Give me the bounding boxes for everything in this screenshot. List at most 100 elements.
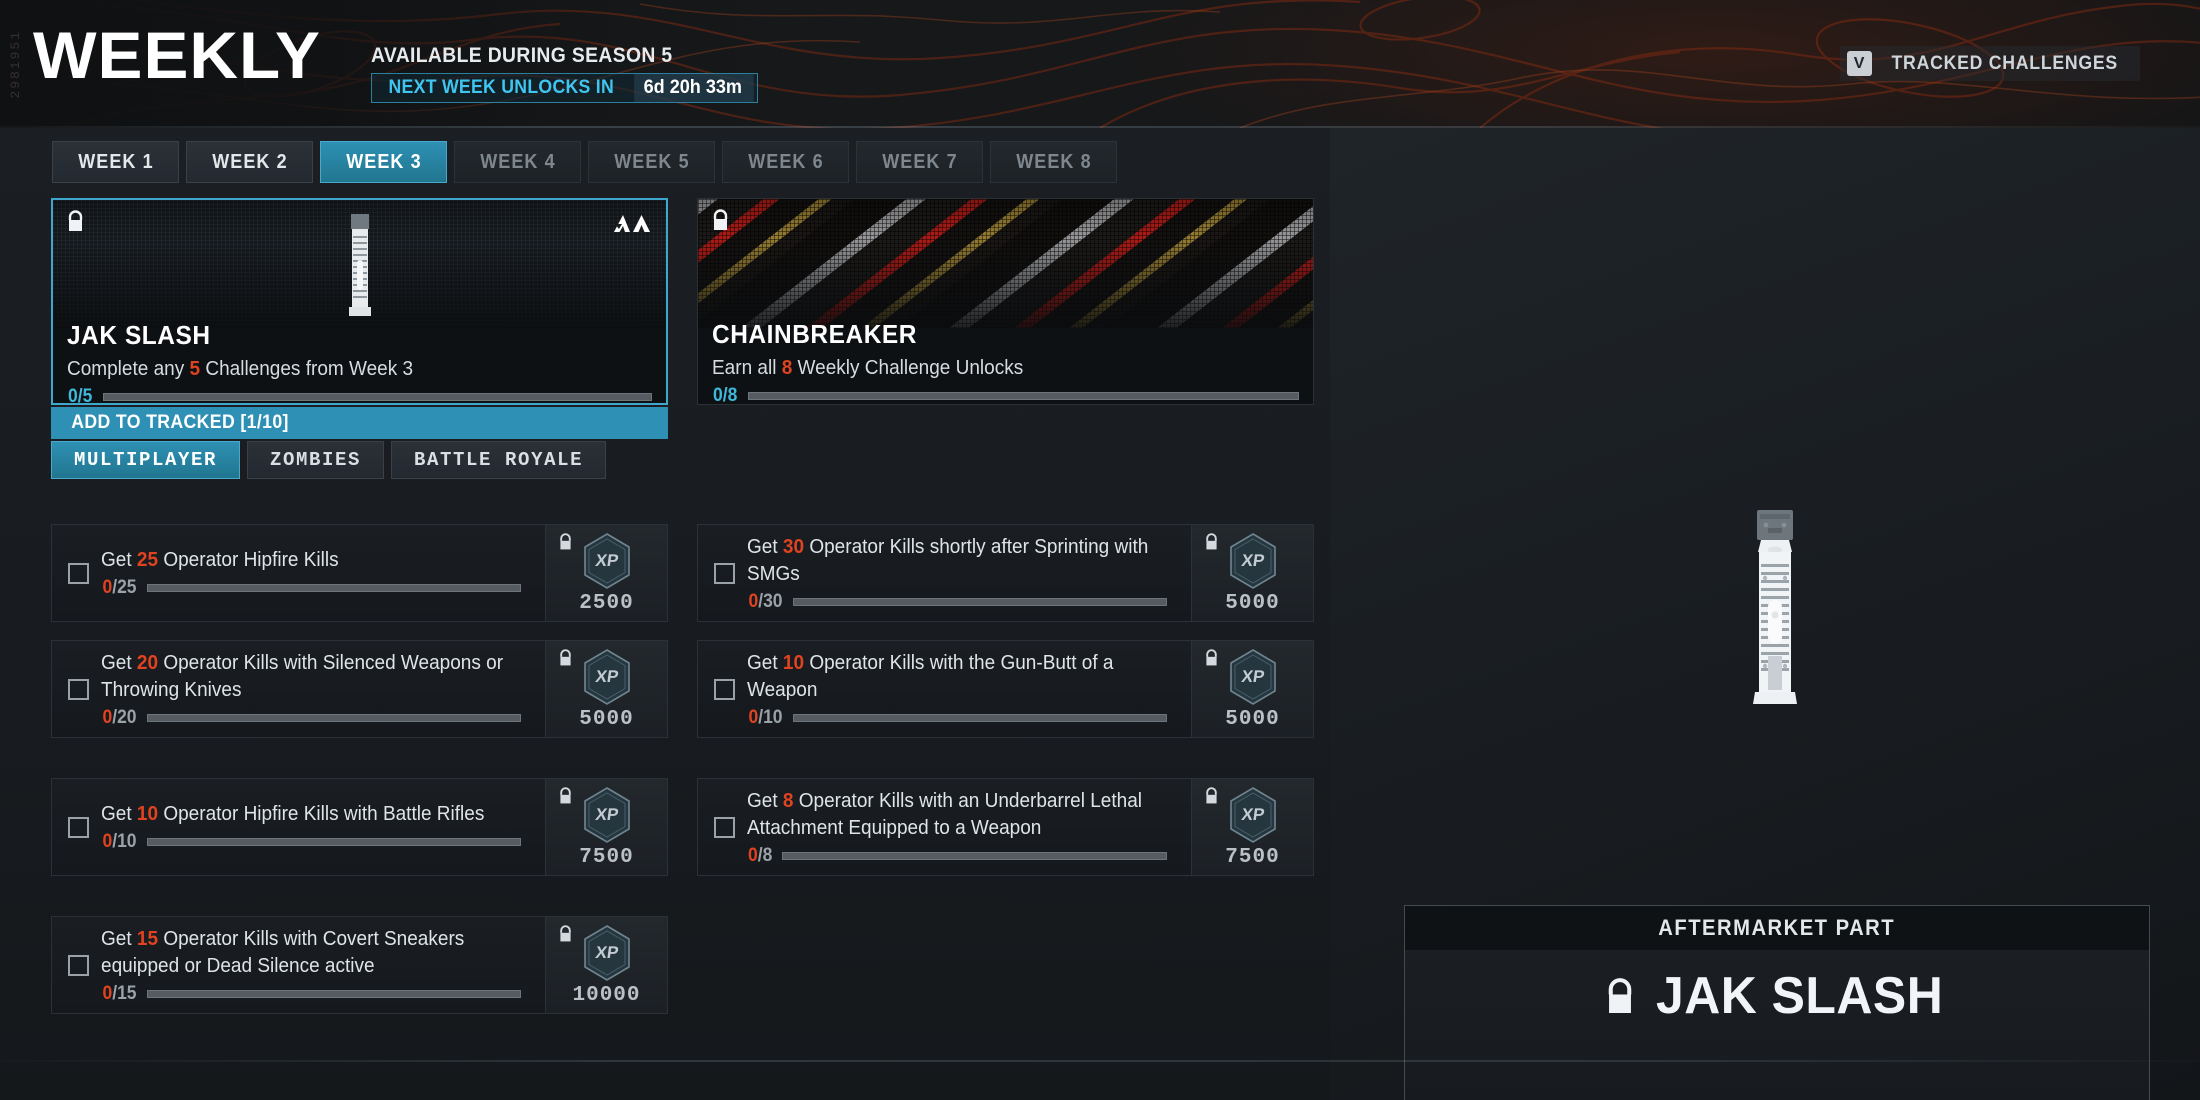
add-to-tracked-label: ADD TO TRACKED [1/10] bbox=[71, 412, 289, 433]
challenge-progress-text: 0/25 bbox=[102, 577, 136, 599]
week-tab-8[interactable]: WEEK 8 bbox=[990, 141, 1117, 183]
progress-current: 0 bbox=[102, 982, 113, 1004]
svg-text:XP: XP bbox=[594, 551, 619, 570]
progress-target: /10 bbox=[112, 831, 137, 852]
progress-target: /25 bbox=[112, 577, 137, 598]
challenge-description: Get 20 Operator Kills with Silenced Weap… bbox=[101, 650, 513, 704]
challenge-row[interactable]: Get 8 Operator Kills with an Underbarrel… bbox=[697, 778, 1314, 876]
desc-highlight: 10 bbox=[782, 651, 805, 674]
unlock-timer-value: 6d 20h 33m bbox=[634, 74, 754, 102]
challenge-text: Get 15 Operator Kills with Covert Sneake… bbox=[101, 926, 545, 1005]
progress-current: 0 bbox=[102, 577, 113, 598]
tracked-challenges-button[interactable]: V TRACKED CHALLENGES bbox=[1839, 46, 2140, 81]
challenge-row[interactable]: Get 15 Operator Kills with Covert Sneake… bbox=[51, 916, 668, 1014]
challenge-progress: 0/25 bbox=[101, 577, 535, 599]
tracked-challenges-label: TRACKED CHALLENGES bbox=[1891, 52, 2118, 74]
preview-item-row: JAK SLASH bbox=[1405, 950, 2149, 1100]
week-tab-label: WEEK 5 bbox=[613, 150, 690, 173]
reward-card-jak-slash[interactable]: JAK SLASH Complete any 5 Challenges from… bbox=[51, 198, 668, 439]
reward-card-chainbreaker[interactable]: CHAINBREAKER Earn all 8 Weekly Challenge… bbox=[697, 198, 1314, 405]
challenge-checkbox[interactable] bbox=[68, 954, 89, 976]
challenge-xp-amount: 10000 bbox=[572, 983, 641, 1007]
aftermarket-part-logo-icon bbox=[614, 215, 650, 232]
week-tab-1[interactable]: WEEK 1 bbox=[52, 141, 179, 183]
week-tab-6[interactable]: WEEK 6 bbox=[722, 141, 849, 183]
xp-badge-icon: XP bbox=[1229, 532, 1276, 589]
challenge-progress-bar bbox=[782, 851, 1167, 860]
keybind-v-icon: V bbox=[1846, 51, 1872, 76]
next-week-unlock-timer: NEXT WEEK UNLOCKS IN 6d 20h 33m bbox=[371, 73, 758, 103]
progress-current: 0 bbox=[102, 831, 113, 852]
svg-text:XP: XP bbox=[594, 667, 619, 686]
reward-progress: 0/5 bbox=[67, 386, 652, 403]
challenge-xp-amount: 7500 bbox=[1225, 845, 1280, 869]
desc-prefix: Earn all bbox=[712, 357, 782, 379]
challenge-row[interactable]: Get 10 Operator Kills with the Gun-Butt … bbox=[697, 640, 1314, 738]
challenge-reward: XP 2500 bbox=[545, 525, 667, 621]
desc-prefix: Complete any bbox=[67, 358, 190, 380]
challenge-checkbox[interactable] bbox=[714, 562, 735, 584]
challenge-row[interactable]: Get 10 Operator Hipfire Kills with Battl… bbox=[51, 778, 668, 876]
week-tab-5[interactable]: WEEK 5 bbox=[588, 141, 715, 183]
challenge-checkbox[interactable] bbox=[68, 562, 89, 584]
challenge-xp-amount: 2500 bbox=[579, 591, 634, 615]
challenge-description: Get 10 Operator Kills with the Gun-Butt … bbox=[747, 650, 1159, 704]
lock-icon bbox=[560, 649, 571, 666]
mode-tab-battle-royale[interactable]: BATTLE ROYALE bbox=[391, 441, 607, 479]
lock-icon bbox=[68, 210, 83, 231]
week-tab-bar: WEEK 1 WEEK 2 WEEK 3 WEEK 4 WEEK 5 WEEK 6 WEEK… bbox=[52, 141, 1117, 183]
desc-suffix: Operator Kills shortly after Sprinting w… bbox=[747, 535, 1149, 585]
mode-tab-multiplayer[interactable]: MULTIPLAYER bbox=[51, 441, 241, 479]
challenge-main: Get 30 Operator Kills shortly after Spri… bbox=[698, 525, 1191, 621]
lock-icon bbox=[1609, 978, 1632, 1013]
challenge-description: Get 25 Operator Hipfire Kills bbox=[101, 547, 513, 574]
add-to-tracked-button[interactable]: ADD TO TRACKED [1/10] bbox=[51, 407, 668, 439]
svg-text:XP: XP bbox=[594, 943, 619, 962]
lock-icon bbox=[1206, 649, 1217, 666]
challenge-progress-text: 0/8 bbox=[748, 845, 772, 867]
challenge-row[interactable]: Get 30 Operator Kills shortly after Spri… bbox=[697, 524, 1314, 622]
xp-badge-icon: XP bbox=[1229, 786, 1276, 843]
challenge-progress-text: 0/10 bbox=[102, 831, 136, 853]
page-content: WEEK 1 WEEK 2 WEEK 3 WEEK 4 WEEK 5 WEEK 6 WEEK… bbox=[0, 128, 2200, 1100]
xp-badge-icon: XP bbox=[1229, 648, 1276, 705]
desc-suffix: Challenges from Week 3 bbox=[200, 358, 414, 380]
challenge-reward: XP 10000 bbox=[545, 917, 667, 1013]
challenge-reward: XP 5000 bbox=[1191, 641, 1313, 737]
challenge-row[interactable]: Get 25 Operator Hipfire Kills 0/25 XP 2500 bbox=[51, 524, 668, 622]
progress-target: /15 bbox=[112, 982, 137, 1004]
week-tab-2[interactable]: WEEK 2 bbox=[186, 141, 313, 183]
challenge-row[interactable]: Get 20 Operator Kills with Silenced Weap… bbox=[51, 640, 668, 738]
season-availability-text: AVAILABLE DURING SEASON 5 bbox=[371, 44, 673, 67]
desc-highlight: 30 bbox=[782, 535, 805, 558]
challenge-progress-bar bbox=[793, 713, 1167, 722]
challenge-checkbox[interactable] bbox=[68, 816, 89, 838]
challenge-checkbox[interactable] bbox=[714, 678, 735, 700]
footer-divider bbox=[0, 1060, 2200, 1062]
desc-highlight: 10 bbox=[136, 803, 159, 825]
challenge-progress-text: 0/10 bbox=[748, 707, 782, 729]
challenge-main: Get 8 Operator Kills with an Underbarrel… bbox=[698, 779, 1191, 875]
challenge-progress: 0/10 bbox=[747, 707, 1181, 729]
reward-card-title: JAK SLASH bbox=[67, 320, 211, 350]
week-tab-label: WEEK 1 bbox=[77, 150, 154, 173]
challenge-lock bbox=[558, 533, 573, 556]
challenge-progress-bar bbox=[147, 838, 521, 846]
week-tab-7[interactable]: WEEK 7 bbox=[856, 141, 983, 183]
reward-progress: 0/8 bbox=[712, 385, 1299, 404]
mode-tab-zombies[interactable]: ZOMBIES bbox=[247, 441, 385, 479]
week-tab-4[interactable]: WEEK 4 bbox=[454, 141, 581, 183]
week-tab-3[interactable]: WEEK 3 bbox=[320, 141, 447, 183]
challenge-checkbox[interactable] bbox=[68, 678, 89, 700]
reward-card-title: CHAINBREAKER bbox=[712, 319, 918, 349]
desc-highlight: 8 bbox=[782, 789, 794, 812]
progress-current: 0 bbox=[748, 706, 759, 728]
desc-prefix: Get bbox=[747, 535, 783, 558]
challenge-reward: XP 5000 bbox=[545, 641, 667, 737]
challenge-lock bbox=[1204, 649, 1219, 672]
reward-progress-bar bbox=[103, 393, 652, 401]
xp-badge-icon: XP bbox=[583, 786, 630, 843]
challenge-description: Get 10 Operator Hipfire Kills with Battl… bbox=[101, 801, 513, 828]
challenge-checkbox[interactable] bbox=[714, 816, 735, 838]
challenge-main: Get 15 Operator Kills with Covert Sneake… bbox=[52, 917, 545, 1013]
